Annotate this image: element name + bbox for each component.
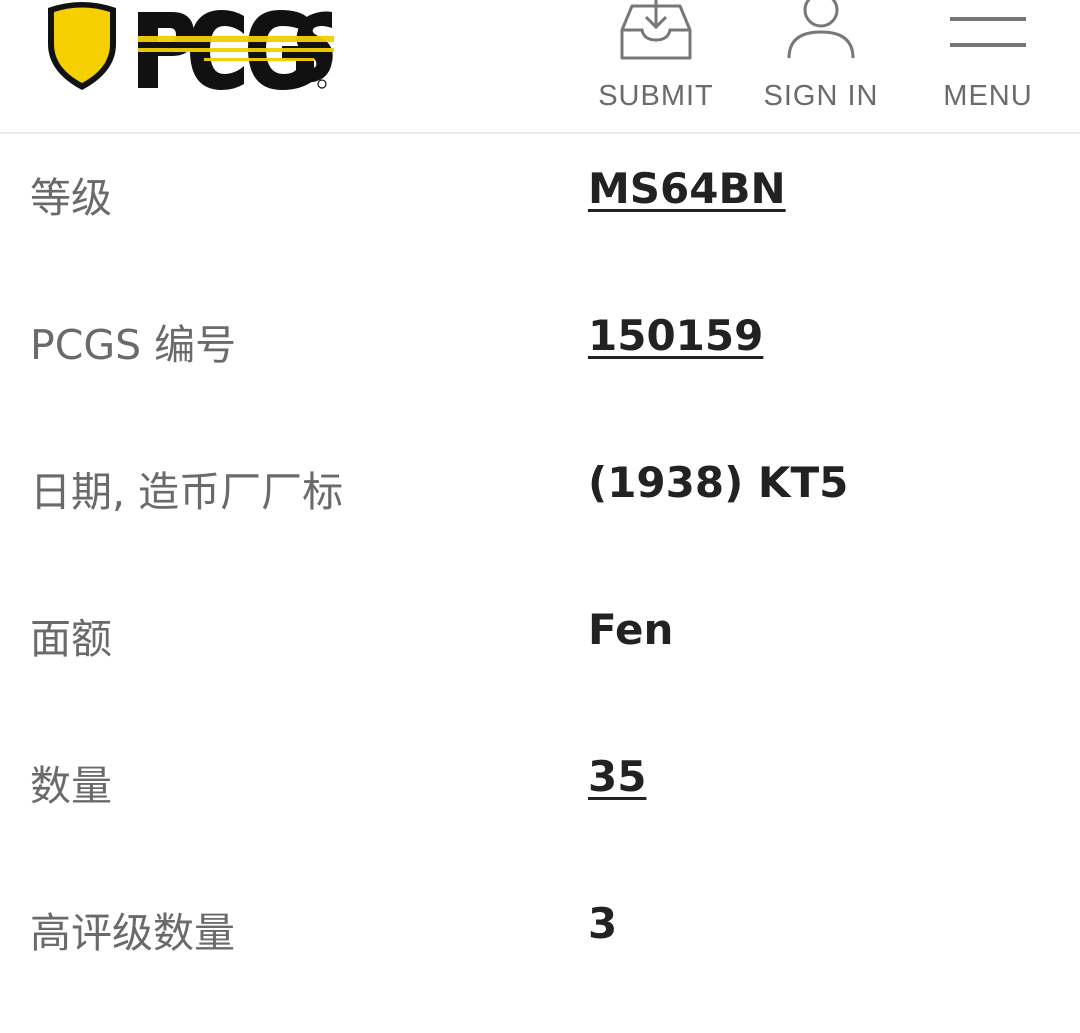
site-header: SUBMIT SIGN IN MENU	[0, 0, 1080, 134]
submit-button[interactable]: SUBMIT	[590, 0, 722, 112]
user-icon	[787, 0, 855, 59]
grade-link[interactable]: MS64BN	[588, 164, 786, 213]
menu-button[interactable]: MENU	[930, 0, 1046, 112]
submit-label: SUBMIT	[598, 80, 714, 112]
detail-row-denomination: 面额 Fen	[0, 575, 1080, 675]
population-link[interactable]: 35	[588, 752, 646, 801]
detail-row-grade: 等级 MS64BN	[0, 134, 1080, 234]
detail-row-pop-higher: 高评级数量 3	[0, 869, 1080, 969]
detail-row-date-mintmark: 日期, 造币厂厂标 (1938) KT5	[0, 428, 1080, 528]
detail-label: PCGS 编号	[30, 321, 237, 369]
detail-label: 面额	[30, 615, 112, 663]
hamburger-icon	[950, 17, 1026, 47]
sign-in-button[interactable]: SIGN IN	[756, 0, 886, 112]
detail-row-population: 数量 35	[0, 722, 1080, 822]
detail-label: 日期, 造币厂厂标	[30, 468, 344, 516]
menu-label: MENU	[943, 80, 1033, 112]
detail-row-pcgs-number: PCGS 编号 150159	[0, 281, 1080, 381]
sign-in-label: SIGN IN	[763, 80, 879, 112]
date-mintmark-value: (1938) KT5	[588, 458, 849, 507]
detail-label: 等级	[30, 174, 112, 222]
detail-label: 高评级数量	[30, 909, 235, 957]
pcgs-logo[interactable]	[44, 0, 334, 92]
pop-higher-value: 3	[588, 899, 618, 948]
inbox-download-icon	[620, 0, 692, 60]
detail-label: 数量	[30, 762, 112, 810]
pcgs-number-link[interactable]: 150159	[588, 311, 763, 360]
denomination-value: Fen	[588, 605, 674, 654]
